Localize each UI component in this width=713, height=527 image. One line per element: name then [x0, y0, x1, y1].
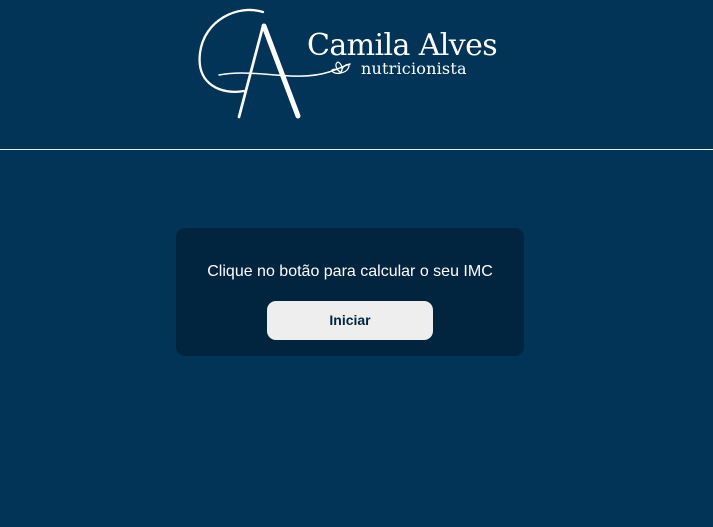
brand-logo[interactable]: Camila Alves nutricionista — [196, 6, 526, 122]
start-button[interactable]: Iniciar — [267, 301, 433, 340]
brand-name: Camila Alves — [307, 28, 498, 63]
brand-subtitle: nutricionista — [361, 59, 467, 78]
page: Camila Alves nutricionista Clique no bot… — [0, 0, 713, 527]
header-divider — [0, 149, 713, 150]
imc-card: Clique no botão para calcular o seu IMC … — [176, 228, 524, 356]
imc-instruction: Clique no botão para calcular o seu IMC — [207, 263, 493, 280]
site-header: Camila Alves nutricionista — [0, 0, 713, 149]
